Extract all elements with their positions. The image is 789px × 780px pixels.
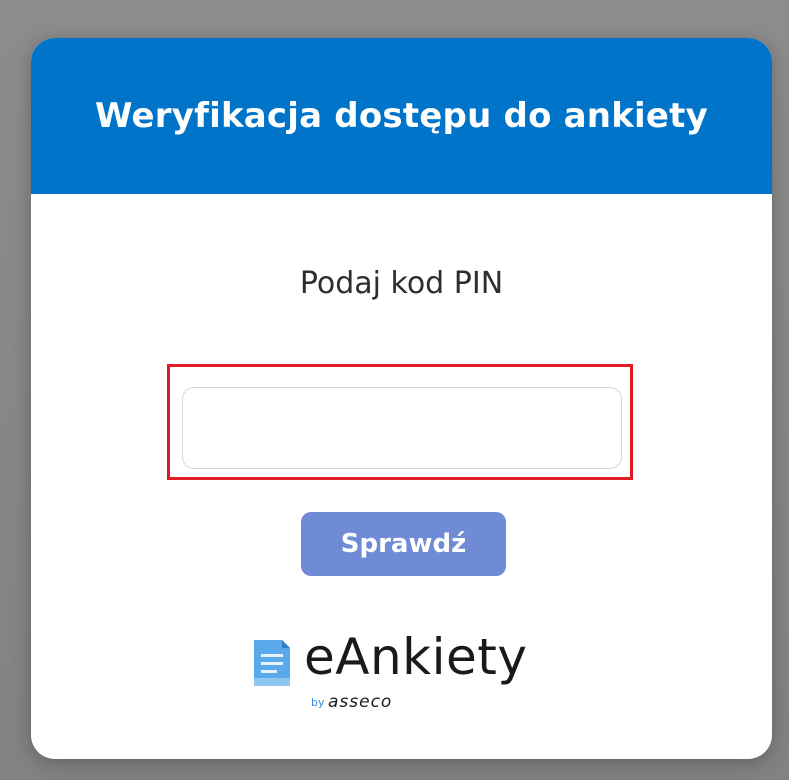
eankiety-logo: eAnkiety by asseco bbox=[252, 628, 552, 718]
dialog-header: Weryfikacja dostępu do ankiety bbox=[31, 38, 772, 194]
pin-verification-dialog: Weryfikacja dostępu do ankiety Podaj kod… bbox=[31, 38, 772, 759]
document-icon bbox=[252, 638, 292, 688]
check-button[interactable]: Sprawdź bbox=[301, 512, 506, 576]
logo-by-text: by bbox=[311, 696, 325, 709]
logo-brand: asseco bbox=[328, 692, 393, 712]
logo-name: eAnkiety bbox=[304, 628, 528, 686]
dialog-title: Weryfikacja dostępu do ankiety bbox=[95, 96, 708, 136]
pin-input[interactable] bbox=[182, 387, 622, 469]
pin-prompt-label: Podaj kod PIN bbox=[299, 266, 504, 301]
